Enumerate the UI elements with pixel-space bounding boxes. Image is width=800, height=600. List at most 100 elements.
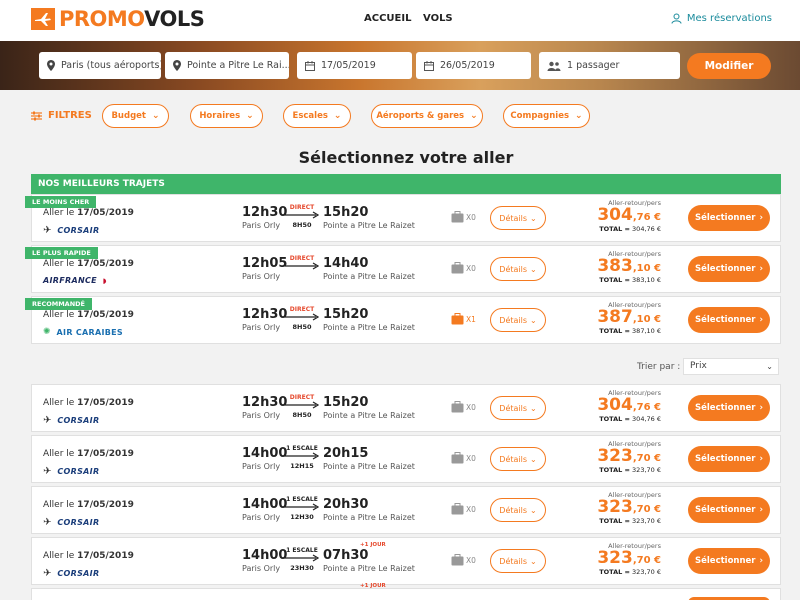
chevron-down-icon: ⌄ [530,403,537,413]
chip-label: Aéroports & gares [376,111,465,121]
details-label: Détails [499,315,528,325]
details-button[interactable]: Détails ⌄ [490,498,546,522]
flight-duration: 1 ESCALE 12H15 [285,445,319,470]
date-prefix: Aller le [43,449,75,459]
reservations-label: Mes réservations [686,13,772,24]
filter-escales[interactable]: Escales ⌄ [283,104,351,128]
details-button[interactable]: Détails ⌄ [490,447,546,471]
departure-airport: Paris Orly [242,564,281,573]
arrival-airport: Pointe a Pitre Le Raizet [323,323,415,332]
arrival-time: 20h30 [323,497,369,512]
details-label: Détails [499,213,528,223]
airline: ✈ CORSAIR [43,466,99,477]
chevron-down-icon: ⌄ [470,111,478,121]
nav-accueil[interactable]: ACCUEIL [364,13,411,24]
select-button[interactable]: Sélectionner › [688,205,770,231]
details-button[interactable]: Détails ⌄ [490,549,546,573]
my-reservations-link[interactable]: Mes réservations [671,13,772,24]
details-button[interactable]: Détails ⌄ [490,308,546,332]
date-value: 17/05/2019 [77,259,134,269]
details-button[interactable]: Détails ⌄ [490,396,546,420]
price-amount: 323,70 € [597,499,661,516]
chevron-right-icon: › [759,315,763,325]
select-button[interactable]: Sélectionner › [688,497,770,523]
details-button[interactable]: Détails ⌄ [490,257,546,281]
departure: 12h30 Paris Orly [242,395,287,420]
price-currency: € [654,504,661,515]
departure-field[interactable]: Paris (tous aéroports) [39,52,161,79]
details-button[interactable]: Détails ⌄ [490,206,546,230]
select-button[interactable]: Sélectionner › [688,307,770,333]
price-integer: 383 [597,256,633,276]
airline: AIRFRANCE ◗ [43,276,107,285]
price-decimal: ,70 [632,504,651,515]
departure: 12h30 Paris Orly [242,307,287,332]
best-trips-header: NOS MEILLEURS TRAJETS [31,174,781,194]
date-prefix: Aller le [43,208,75,218]
airline-name: AIRFRANCE [43,276,97,285]
duration: 8H50 [292,323,312,331]
price-currency: € [654,314,661,325]
suitcase-icon [451,262,464,274]
arrival-airport: Pointe a Pitre Le Raizet [323,513,415,522]
price-integer: 304 [597,395,633,415]
price-total: TOTAL = 323,70 € [597,466,661,474]
departure-time: 12h05 [242,256,288,271]
total-label: TOTAL = [599,466,630,474]
select-button[interactable]: Sélectionner › [688,256,770,282]
filter-companies[interactable]: Compagnies ⌄ [503,104,590,128]
passengers-field[interactable]: 1 passager [539,52,680,79]
price-amount: 304,76 € [597,207,661,224]
best-trip-card: LE MOINS CHER Aller le 17/05/2019 ✈ CORSA… [25,194,781,242]
select-label: Sélectionner [695,264,756,274]
modify-search-button[interactable]: Modifier [687,53,771,79]
price: Aller-retour/pers 304,76 € TOTAL = 304,7… [597,389,661,423]
arrival: 15h20 Pointe a Pitre Le Raizet [323,205,415,230]
plus-day-badge: +1 JOUR [360,583,386,589]
logo-vols: VOLS [144,7,205,31]
filter-horaires[interactable]: Horaires ⌄ [190,104,263,128]
departure-airport: Paris Orly [242,462,281,471]
filters-toggle[interactable]: FILTRES [31,110,92,121]
airline: ✈ CORSAIR [43,568,99,579]
chevron-down-icon: ⌄ [530,315,537,325]
departure-airport: Paris Orly [242,513,281,522]
arrival: 15h20 Pointe a Pitre Le Raizet [323,307,415,332]
price-decimal: ,76 [632,402,651,413]
flight-duration: DIRECT 8H50 [285,204,319,229]
select-button[interactable]: Sélectionner › [688,548,770,574]
total-value: 323,70 € [632,568,661,576]
promovols-logo[interactable]: PROMOVOLS [31,7,205,31]
outbound-date-field[interactable]: 17/05/2019 [297,52,412,79]
date-prefix: Aller le [43,259,75,269]
price-integer: 323 [597,497,633,517]
luggage-count: X0 [466,555,476,565]
luggage-count: X0 [466,263,476,273]
duration: 8H50 [292,411,312,419]
date-value: 17/05/2019 [77,449,134,459]
departure-time: 12h30 [242,307,288,322]
top-header: PROMOVOLS ACCUEIL VOLS Mes réservations [0,0,800,41]
departure-time: 12h30 [242,205,288,220]
select-button[interactable]: Sélectionner › [688,446,770,472]
departure-airport: Paris Orly [242,411,281,420]
stop-type: DIRECT [289,204,315,211]
plane-icon: ✈ [43,225,52,236]
filter-airports[interactable]: Aéroports & gares ⌄ [371,104,483,128]
price-decimal: ,70 [632,555,651,566]
chevron-right-icon: › [759,505,763,515]
destination-field[interactable]: Pointe a Pitre Le Rai... [165,52,289,79]
price-integer: 304 [597,205,633,225]
price-total: TOTAL = 304,76 € [597,415,661,423]
nav-vols[interactable]: VOLS [423,13,453,24]
price-currency: € [654,555,661,566]
select-button[interactable]: Sélectionner › [688,395,770,421]
air-caraibes-logo-icon: ✺ [43,327,51,337]
stop-type: 1 ESCALE [286,445,318,452]
sort-select[interactable]: Prix ⌄ [683,358,779,375]
filter-budget[interactable]: Budget ⌄ [102,104,169,128]
chevron-down-icon: ⌄ [333,111,342,121]
return-date-field[interactable]: 26/05/2019 [416,52,531,79]
departure: 12h30 Paris Orly [242,205,287,230]
calendar-icon [305,60,315,71]
